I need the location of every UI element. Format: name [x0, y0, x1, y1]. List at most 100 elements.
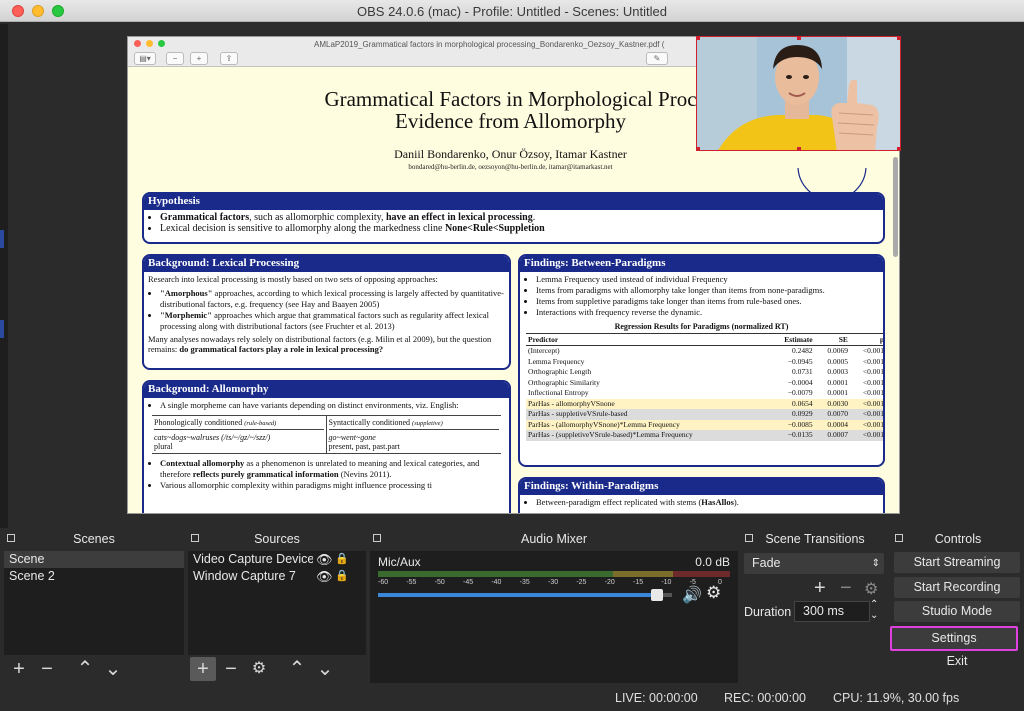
- table-cell: 0.0004: [814, 419, 850, 430]
- table-cell: 0.0731: [791, 367, 813, 376]
- table-cell: −0.0135: [768, 430, 815, 441]
- live-time: LIVE: 00:00:00: [615, 691, 698, 705]
- move-down-icon[interactable]: ⌄: [100, 657, 126, 681]
- allomorphy-box: Background: Allomorphy A single morpheme…: [142, 380, 511, 513]
- webcam-video-capture[interactable]: [696, 36, 901, 151]
- table-cell: <0.001: [849, 409, 883, 420]
- hypothesis-box: Hypothesis Grammatical factors, such as …: [142, 192, 885, 244]
- allomorphy-heading: Background: Allomorphy: [144, 382, 509, 398]
- scene-item[interactable]: Scene: [4, 551, 184, 568]
- status-bar: LIVE: 00:00:00 REC: 00:00:00 CPU: 11.9%,…: [0, 685, 1024, 711]
- audio-settings-gear-icon[interactable]: ⚙: [706, 583, 721, 603]
- table-cell: <0.001: [862, 367, 884, 376]
- table-header-cell: p: [849, 333, 883, 346]
- table-cell: <0.001: [862, 346, 884, 355]
- sources-list: Video Capture Device 👁 🔒 Window Capture …: [188, 551, 366, 655]
- scenes-title: Scenes: [73, 532, 115, 546]
- hypothesis-bullet-2: Lexical decision is sensitive to allomor…: [160, 223, 883, 234]
- regression-table-title: Regression Results for Paradigms (normal…: [614, 322, 789, 331]
- table-cell: Orthographic Length: [528, 367, 592, 376]
- volume-meter: [378, 571, 730, 577]
- meter-tick-label: -30: [548, 579, 559, 586]
- meter-tick-label: -50: [434, 579, 445, 586]
- table-row: ParHas - (allomorphyVSnone)*Lemma Freque…: [526, 419, 883, 430]
- table-cell: <0.001: [849, 419, 883, 430]
- sources-title: Sources: [254, 532, 300, 546]
- table-cell: 0.0007: [814, 430, 850, 441]
- visibility-eye-icon[interactable]: 👁: [316, 568, 333, 585]
- table-cell: 0.0001: [827, 388, 848, 397]
- remove-transition-icon[interactable]: −: [840, 577, 852, 600]
- transition-select[interactable]: Fade ⇕: [744, 553, 884, 574]
- table-row: Inflectional Entropy −0.0079 0.0001 <0.001: [526, 388, 884, 399]
- start-recording-button[interactable]: Start Recording: [894, 577, 1020, 598]
- move-up-icon[interactable]: ⌃: [72, 657, 98, 681]
- markup-icon: ✎: [646, 52, 668, 65]
- source-item[interactable]: Video Capture Device 👁 🔒: [188, 551, 366, 568]
- speaker-icon[interactable]: 🔊: [682, 585, 702, 605]
- allomorphy-table: Phonologically conditioned (rule-based) …: [152, 415, 501, 454]
- table-cell: 0.0654: [768, 398, 815, 409]
- window-title: OBS 24.0.6 (mac) - Profile: Untitled - S…: [357, 4, 667, 19]
- meter-tick-label: -25: [576, 579, 587, 586]
- table-cell: ParHas - (allomorphyVSnone)*Lemma Freque…: [526, 419, 769, 430]
- obs-window: OBS 24.0.6 (mac) - Profile: Untitled - S…: [0, 0, 1024, 711]
- table-header-cell: Predictor: [526, 333, 769, 346]
- background-desktop-strip: [0, 24, 8, 528]
- controls-title: Controls: [934, 532, 982, 546]
- table-cell: <0.001: [849, 398, 883, 409]
- start-streaming-button[interactable]: Start Streaming: [894, 552, 1020, 573]
- table-cell: −0.0085: [768, 419, 815, 430]
- move-up-icon[interactable]: ⌃: [284, 657, 310, 681]
- visibility-eye-icon[interactable]: 👁: [316, 551, 333, 568]
- transition-gear-icon[interactable]: ⚙: [864, 579, 878, 599]
- exit-button[interactable]: Exit: [894, 651, 1020, 672]
- scene-transitions-title: Scene Transitions: [765, 532, 865, 546]
- settings-button[interactable]: Settings: [890, 626, 1018, 651]
- sources-toolbar: + − ⚙ ⌃ ⌄: [188, 657, 366, 683]
- pdf-scrollbar: [893, 157, 898, 257]
- lexical-heading: Background: Lexical Processing: [144, 256, 509, 272]
- scenes-list: Scene Scene 2: [4, 551, 184, 655]
- remove-source-icon[interactable]: −: [218, 657, 244, 681]
- meter-tick-label: -55: [406, 579, 417, 586]
- table-row: Lemma Frequency −0.0945 0.0005 <0.001: [526, 357, 883, 368]
- meter-tick-label: -40: [491, 579, 502, 586]
- source-settings-gear-icon[interactable]: ⚙: [246, 657, 272, 681]
- table-cell: <0.001: [849, 430, 883, 441]
- pdf-max-dot: [158, 40, 165, 47]
- table-row: ParHas - allomorphyVSnone 0.0654 0.0030 <0.…: [526, 398, 883, 409]
- title-bar: OBS 24.0.6 (mac) - Profile: Untitled - S…: [0, 0, 1024, 22]
- table-cell: ParHas - allomorphyVSnone: [526, 398, 769, 409]
- table-cell: −0.0079: [787, 388, 813, 397]
- zoom-in-icon: +: [190, 52, 208, 65]
- scene-transitions-panel: Scene Transitions Fade ⇕ + − ⚙ Duration …: [742, 531, 888, 683]
- meter-tick-label: -10: [661, 579, 672, 586]
- remove-scene-icon[interactable]: −: [34, 657, 60, 681]
- studio-mode-button[interactable]: Studio Mode: [894, 601, 1020, 622]
- add-source-icon[interactable]: +: [190, 657, 216, 681]
- pdf-min-dot: [146, 40, 153, 47]
- volume-slider[interactable]: [378, 589, 672, 601]
- lock-icon[interactable]: 🔒: [335, 551, 349, 568]
- table-cell: 0.0001: [827, 377, 848, 387]
- add-scene-icon[interactable]: +: [6, 657, 32, 681]
- cpu-fps: CPU: 11.9%, 30.00 fps: [833, 691, 960, 705]
- share-icon: ⇪: [220, 52, 238, 65]
- duration-stepper[interactable]: ⌃ ⌄: [870, 599, 878, 621]
- meter-tick-label: -35: [519, 579, 530, 586]
- scene-item[interactable]: Scene 2: [4, 568, 184, 585]
- add-transition-icon[interactable]: +: [814, 577, 826, 600]
- meter-tick-label: -45: [463, 579, 474, 586]
- table-cell: 0.0929: [768, 409, 815, 420]
- table-header-cell: SE: [814, 333, 850, 346]
- table-row: ParHas - (suppletiveVSrule-based)*Lemma …: [526, 430, 883, 441]
- table-row: Orthographic Length 0.0731 0.0003 <0.001: [526, 367, 884, 378]
- lock-icon[interactable]: 🔒: [335, 568, 349, 585]
- source-item[interactable]: Window Capture 7 👁 🔒: [188, 568, 366, 585]
- table-cell: <0.001: [862, 388, 884, 397]
- between-paradigms-box: Findings: Between-Paradigms Lemma Freque…: [518, 254, 885, 467]
- table-header-cell: Estimate: [768, 333, 815, 346]
- duration-spinbox[interactable]: 300 ms: [794, 601, 870, 622]
- move-down-icon[interactable]: ⌄: [312, 657, 338, 681]
